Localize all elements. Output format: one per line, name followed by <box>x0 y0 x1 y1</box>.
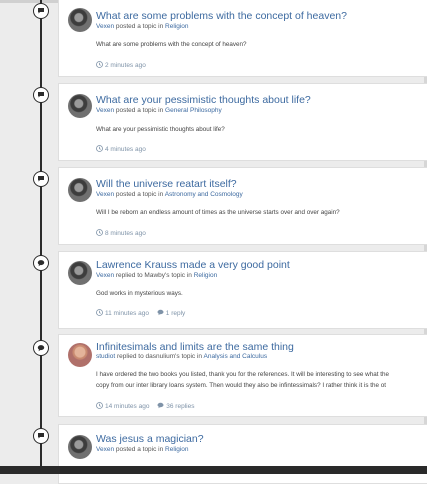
activity-item: Was jesus a magician? Vexen posted a top… <box>58 424 427 484</box>
author-link[interactable]: Vexen <box>96 23 114 30</box>
author-link[interactable]: Vexen <box>96 191 114 198</box>
forum-link[interactable]: Analysis and Calculus <box>204 353 268 360</box>
item-excerpt: Will I be reborn an endless amount of ti… <box>96 209 340 216</box>
timeline-line <box>40 0 42 474</box>
item-footer: 2 minutes ago <box>96 61 152 70</box>
item-title[interactable]: Will the universe reatart itself? <box>96 178 237 190</box>
clock-icon <box>96 145 103 152</box>
comment-icon <box>33 255 49 271</box>
activity-item: Infinitesimals and limits are the same t… <box>58 334 427 417</box>
avatar[interactable] <box>68 8 92 32</box>
timestamp[interactable]: 2 minutes ago <box>96 61 146 70</box>
reply-count[interactable]: 36 replies <box>157 402 194 411</box>
clock-icon <box>96 402 103 409</box>
forum-link[interactable]: Religion <box>165 23 189 30</box>
action-text: posted a topic in <box>115 23 164 30</box>
item-meta: Vexen posted a topic in Religion <box>96 23 189 31</box>
item-title[interactable]: Was jesus a magician? <box>96 433 204 445</box>
author-link[interactable]: Vexen <box>96 446 114 453</box>
reply-count[interactable]: 1 reply <box>157 309 185 318</box>
item-title[interactable]: What are some problems with the concept … <box>96 10 347 22</box>
avatar[interactable] <box>68 343 92 367</box>
item-footer: 4 minutes ago <box>96 145 152 154</box>
forum-link[interactable]: Religion <box>165 446 189 453</box>
item-meta: Vexen posted a topic in General Philosop… <box>96 107 222 115</box>
item-meta: Vexen posted a topic in Religion <box>96 446 189 454</box>
action-text: posted a topic in <box>115 446 164 453</box>
comments-icon <box>33 87 49 103</box>
action-text: replied to dasnulium's topic in <box>116 353 203 360</box>
item-title[interactable]: Lawrence Krauss made a very good point <box>96 259 290 271</box>
avatar[interactable] <box>68 94 92 118</box>
action-text: posted a topic in <box>115 107 164 114</box>
action-text: posted a topic in <box>115 191 164 198</box>
author-link[interactable]: Vexen <box>96 272 114 279</box>
timestamp[interactable]: 8 minutes ago <box>96 229 146 238</box>
action-text: replied to Mawby's topic in <box>115 272 192 279</box>
activity-item: What are some problems with the concept … <box>58 0 427 77</box>
comments-icon <box>33 3 49 19</box>
item-title[interactable]: Infinitesimals and limits are the same t… <box>96 341 294 353</box>
item-meta: Vexen replied to Mawby's topic in Religi… <box>96 272 217 280</box>
timestamp[interactable]: 14 minutes ago <box>96 402 149 411</box>
comment-icon <box>157 402 164 409</box>
avatar[interactable] <box>68 261 92 285</box>
clock-icon <box>96 61 103 68</box>
item-footer: 8 minutes ago <box>96 229 152 238</box>
activity-item: Will the universe reatart itself? Vexen … <box>58 167 427 245</box>
author-link[interactable]: Vexen <box>96 107 114 114</box>
author-link[interactable]: studiot <box>96 353 115 360</box>
item-footer: 14 minutes ago 36 replies <box>96 402 200 411</box>
comment-icon <box>157 309 164 316</box>
item-footer: 11 minutes ago 1 reply <box>96 309 191 318</box>
forum-link[interactable]: Religion <box>194 272 218 279</box>
forum-link[interactable]: General Philosophy <box>165 107 222 114</box>
activity-stream: What are some problems with the concept … <box>0 0 427 484</box>
item-excerpt: What are your pessimistic thoughts about… <box>96 126 225 133</box>
bottom-bar <box>0 466 427 474</box>
forum-link[interactable]: Astronomy and Cosmology <box>165 191 243 198</box>
activity-item: Lawrence Krauss made a very good point V… <box>58 251 427 329</box>
comment-icon <box>33 340 49 356</box>
clock-icon <box>96 229 103 236</box>
activity-item: What are your pessimistic thoughts about… <box>58 83 427 161</box>
item-meta: studiot replied to dasnulium's topic in … <box>96 353 267 361</box>
clock-icon <box>96 309 103 316</box>
timestamp[interactable]: 11 minutes ago <box>96 309 149 318</box>
comments-icon <box>33 428 49 444</box>
item-excerpt-line: I have ordered the two books you listed,… <box>96 371 389 378</box>
avatar[interactable] <box>68 178 92 202</box>
item-title[interactable]: What are your pessimistic thoughts about… <box>96 94 311 106</box>
item-excerpt: What are some problems with the concept … <box>96 41 247 48</box>
item-meta: Vexen posted a topic in Astronomy and Co… <box>96 191 243 199</box>
comments-icon <box>33 171 49 187</box>
avatar[interactable] <box>68 435 92 459</box>
item-excerpt-line: copy from our inter library loans system… <box>96 382 387 389</box>
timestamp[interactable]: 4 minutes ago <box>96 145 146 154</box>
item-excerpt: God works in mysterious ways. <box>96 290 183 297</box>
